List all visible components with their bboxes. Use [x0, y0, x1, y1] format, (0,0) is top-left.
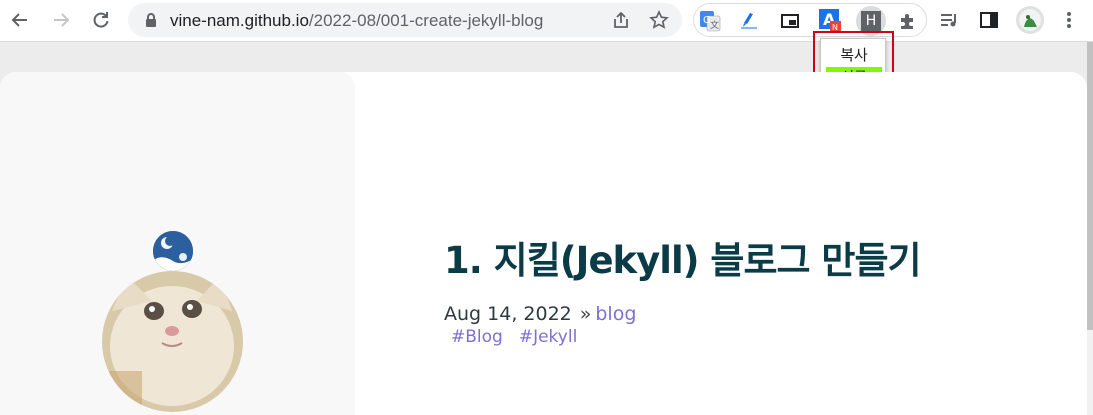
bookmark-button[interactable] — [647, 8, 671, 32]
pen-icon — [741, 13, 757, 29]
back-button[interactable] — [6, 6, 34, 34]
share-button[interactable] — [609, 8, 633, 32]
extension-pen[interactable] — [737, 9, 761, 33]
url-text[interactable]: vine-nam.github.io/2022-08/001-create-je… — [170, 11, 543, 31]
cat-photo-icon — [102, 271, 243, 412]
url-host: vine-nam.github.io — [170, 11, 309, 30]
meta-separator: » — [579, 303, 592, 325]
lock-icon — [146, 13, 156, 27]
tag-link[interactable]: #Blog — [451, 327, 503, 347]
letter-h-icon: H — [861, 11, 881, 31]
extensions-menu-button[interactable] — [896, 9, 920, 33]
moon-logo-icon — [153, 231, 193, 271]
post-title: 1. 지킬(Jekyll) 블로그 만들기 — [444, 239, 922, 282]
arrow-left-icon — [11, 13, 27, 27]
url-path: /2022-08/001-create-jekyll-blog — [308, 11, 544, 30]
browser-toolbar: vine-nam.github.io/2022-08/001-create-je… — [0, 0, 1093, 42]
page-content: 1. 지킬(Jekyll) 블로그 만들기 Aug 14, 2022» blog … — [0, 72, 1087, 415]
sidebar — [0, 72, 355, 415]
extension-a[interactable]: A N — [818, 9, 842, 33]
reload-icon — [93, 12, 109, 28]
picture-in-picture-extension[interactable] — [778, 9, 802, 33]
forward-button[interactable] — [47, 6, 75, 34]
post-tags: #Blog #Jekyll — [451, 327, 593, 347]
browser-menu-button[interactable] — [1057, 8, 1081, 32]
post-meta: Aug 14, 2022 » blog — [444, 303, 636, 325]
side-panel-icon — [980, 12, 998, 28]
author-avatar — [102, 271, 243, 412]
kebab-menu-icon — [1067, 12, 1071, 28]
site-logo[interactable] — [153, 231, 193, 271]
address-bar[interactable]: vine-nam.github.io/2022-08/001-create-je… — [128, 3, 682, 37]
reload-button[interactable] — [87, 6, 115, 34]
svg-text:文: 文 — [710, 19, 719, 31]
post-category-link[interactable]: blog — [595, 303, 636, 325]
google-translate-extension[interactable]: G文 — [698, 9, 722, 33]
star-icon — [649, 10, 669, 29]
puzzle-icon — [901, 14, 913, 29]
picture-in-picture-icon — [781, 14, 799, 28]
reading-list-button[interactable] — [937, 8, 961, 32]
share-icon — [614, 11, 628, 28]
post-date: Aug 14, 2022 — [444, 303, 572, 325]
profile-avatar-icon — [1019, 9, 1041, 31]
popup-title: 복사 — [840, 46, 868, 64]
arrow-right-icon — [54, 13, 70, 27]
profile-avatar[interactable] — [1016, 6, 1044, 34]
google-translate-icon: G文 — [700, 11, 721, 32]
scrollbar-thumb[interactable] — [1087, 42, 1093, 330]
tag-link[interactable]: #Jekyll — [519, 327, 577, 347]
playlist-icon — [941, 14, 956, 27]
side-panel-button[interactable] — [977, 8, 1001, 32]
